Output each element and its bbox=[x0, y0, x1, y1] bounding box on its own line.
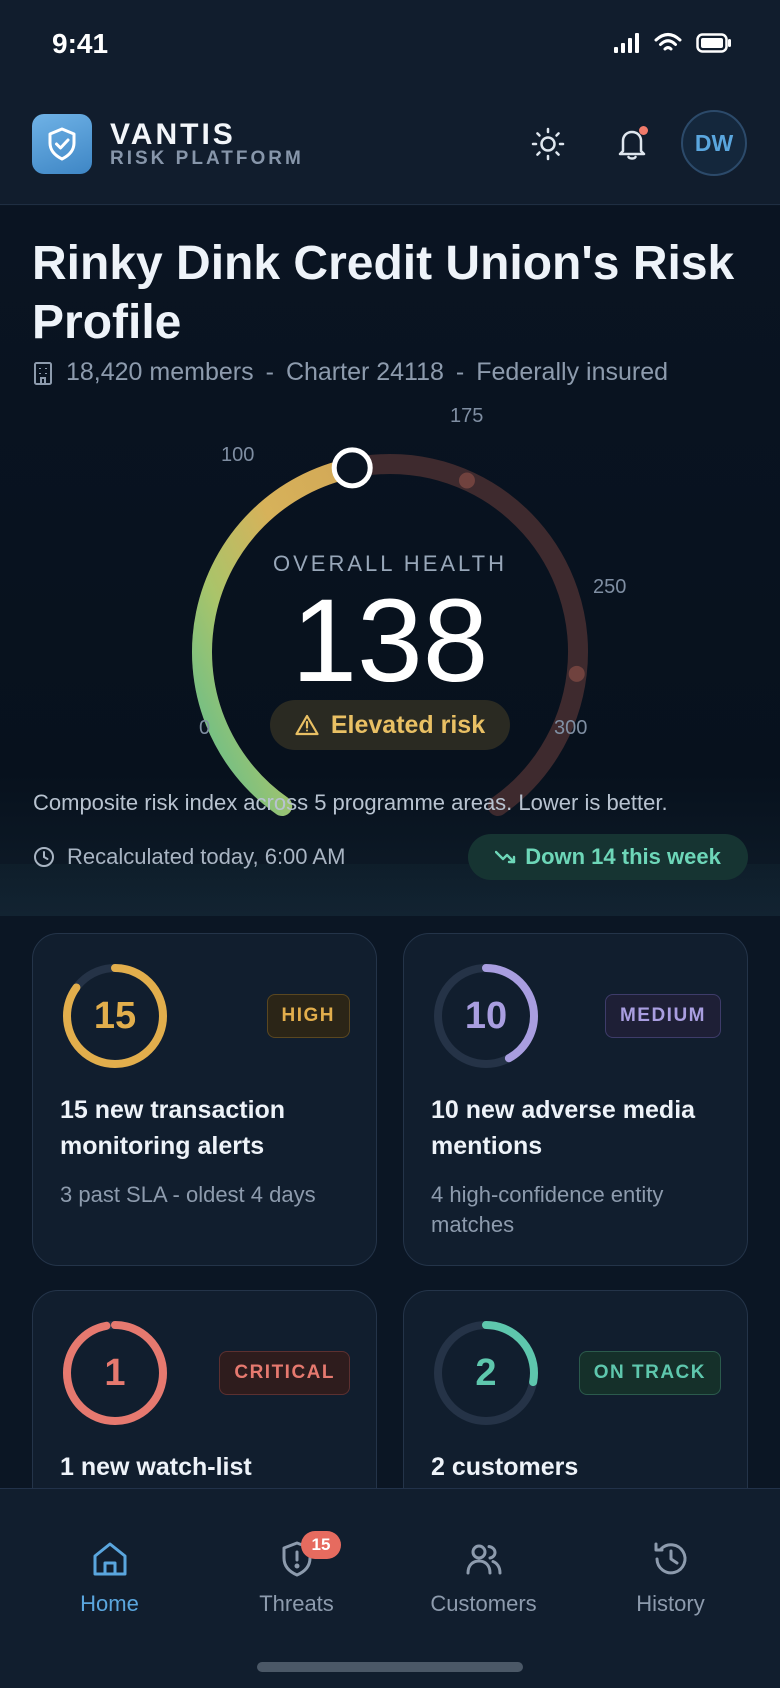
brand-name: VANTIS bbox=[110, 118, 236, 151]
alert-card-watch-list[interactable]: 1 CRITICAL 1 new watch-list bbox=[32, 1290, 377, 1488]
nav-home-label: Home bbox=[80, 1591, 139, 1616]
alert-card-adverse-media[interactable]: 10 MEDIUM 10 new adverse media mentions … bbox=[403, 933, 748, 1266]
status-bar: 9:41 bbox=[0, 0, 780, 90]
risk-level-badge: Elevated risk bbox=[270, 700, 510, 750]
risk-profile-hero: Rinky Dink Credit Union's Risk Profile 1… bbox=[0, 206, 780, 916]
status-time: 9:41 bbox=[52, 28, 109, 59]
composite-description: Composite risk index across 5 programme … bbox=[33, 790, 668, 815]
battery-icon bbox=[696, 33, 732, 58]
gauge-indicator bbox=[331, 447, 373, 489]
recalculated-text: Recalculated today, 6:00 AM bbox=[67, 844, 346, 869]
nav-history[interactable]: History bbox=[573, 1539, 768, 1629]
brand-subtitle: RISK PLATFORM bbox=[110, 148, 304, 169]
alert-cards: 15 HIGH 15 new transaction monitoring al… bbox=[0, 916, 780, 1488]
wifi-icon bbox=[654, 32, 682, 59]
home-icon bbox=[93, 1542, 126, 1576]
alert-title: 10 new adverse media mentions bbox=[431, 1096, 696, 1160]
tick-label: 300 bbox=[554, 717, 588, 739]
trend-badge: Down 14 this week bbox=[468, 834, 748, 880]
severity-badge: CRITICAL bbox=[219, 1351, 350, 1395]
recalculated-info: Recalculated today, 6:00 AM bbox=[33, 844, 345, 870]
home-indicator bbox=[257, 1662, 523, 1672]
tick-label: 175 bbox=[450, 405, 484, 427]
gauge-value: 138 bbox=[291, 575, 489, 707]
nav-history-label: History bbox=[636, 1591, 705, 1616]
risk-level-text: Elevated risk bbox=[330, 710, 486, 739]
alert-title: 2 customers bbox=[431, 1453, 579, 1481]
app-header: VANTIS RISK PLATFORM DW bbox=[0, 90, 780, 205]
status-icons bbox=[614, 32, 732, 59]
warning-icon bbox=[295, 714, 319, 736]
nav-home[interactable]: Home bbox=[12, 1539, 207, 1629]
tick-label: 100 bbox=[221, 444, 255, 466]
signal-icon bbox=[614, 33, 640, 58]
threats-count-badge: 15 bbox=[301, 1531, 341, 1559]
nav-customers[interactable]: Customers bbox=[386, 1539, 581, 1629]
shield-check-icon bbox=[48, 127, 76, 161]
gauge-marker-175 bbox=[458, 472, 475, 489]
severity-badge: HIGH bbox=[266, 994, 350, 1038]
severity-badge: MEDIUM bbox=[604, 994, 721, 1038]
nav-threats[interactable]: 15 Threats bbox=[199, 1531, 394, 1629]
alert-count: 10 bbox=[464, 994, 508, 1037]
alert-count: 1 bbox=[104, 1351, 126, 1394]
alert-title: 1 new watch-list bbox=[60, 1453, 252, 1481]
clock-icon bbox=[34, 847, 54, 867]
alert-count: 15 bbox=[93, 994, 137, 1037]
bottom-navigation: Home 15 Threats Customers History bbox=[0, 1488, 780, 1688]
alert-card-customers[interactable]: 2 ON TRACK 2 customers bbox=[403, 1290, 748, 1488]
trend-down-icon bbox=[495, 850, 516, 864]
sun-icon bbox=[531, 127, 565, 161]
alert-title: 15 new transaction monitoring alerts bbox=[60, 1096, 286, 1160]
alert-detail: 3 past SLA - oldest 4 days bbox=[60, 1182, 316, 1207]
theme-toggle-button[interactable] bbox=[528, 124, 568, 164]
alert-card-transaction[interactable]: 15 HIGH 15 new transaction monitoring al… bbox=[32, 933, 377, 1266]
nav-threats-label: Threats bbox=[259, 1591, 334, 1616]
avatar[interactable]: DW bbox=[681, 110, 747, 176]
notification-dot bbox=[639, 126, 648, 135]
alert-detail: 4 high-confidence entity matches bbox=[431, 1182, 664, 1237]
logo bbox=[32, 114, 92, 174]
alert-count: 2 bbox=[475, 1351, 497, 1394]
users-icon bbox=[466, 1544, 501, 1575]
notifications-button[interactable] bbox=[612, 124, 652, 164]
severity-badge: ON TRACK bbox=[578, 1351, 721, 1395]
nav-customers-label: Customers bbox=[430, 1591, 537, 1616]
trend-text: Down 14 this week bbox=[525, 844, 721, 869]
tick-label: 0 bbox=[199, 717, 211, 739]
history-icon bbox=[654, 1542, 686, 1575]
